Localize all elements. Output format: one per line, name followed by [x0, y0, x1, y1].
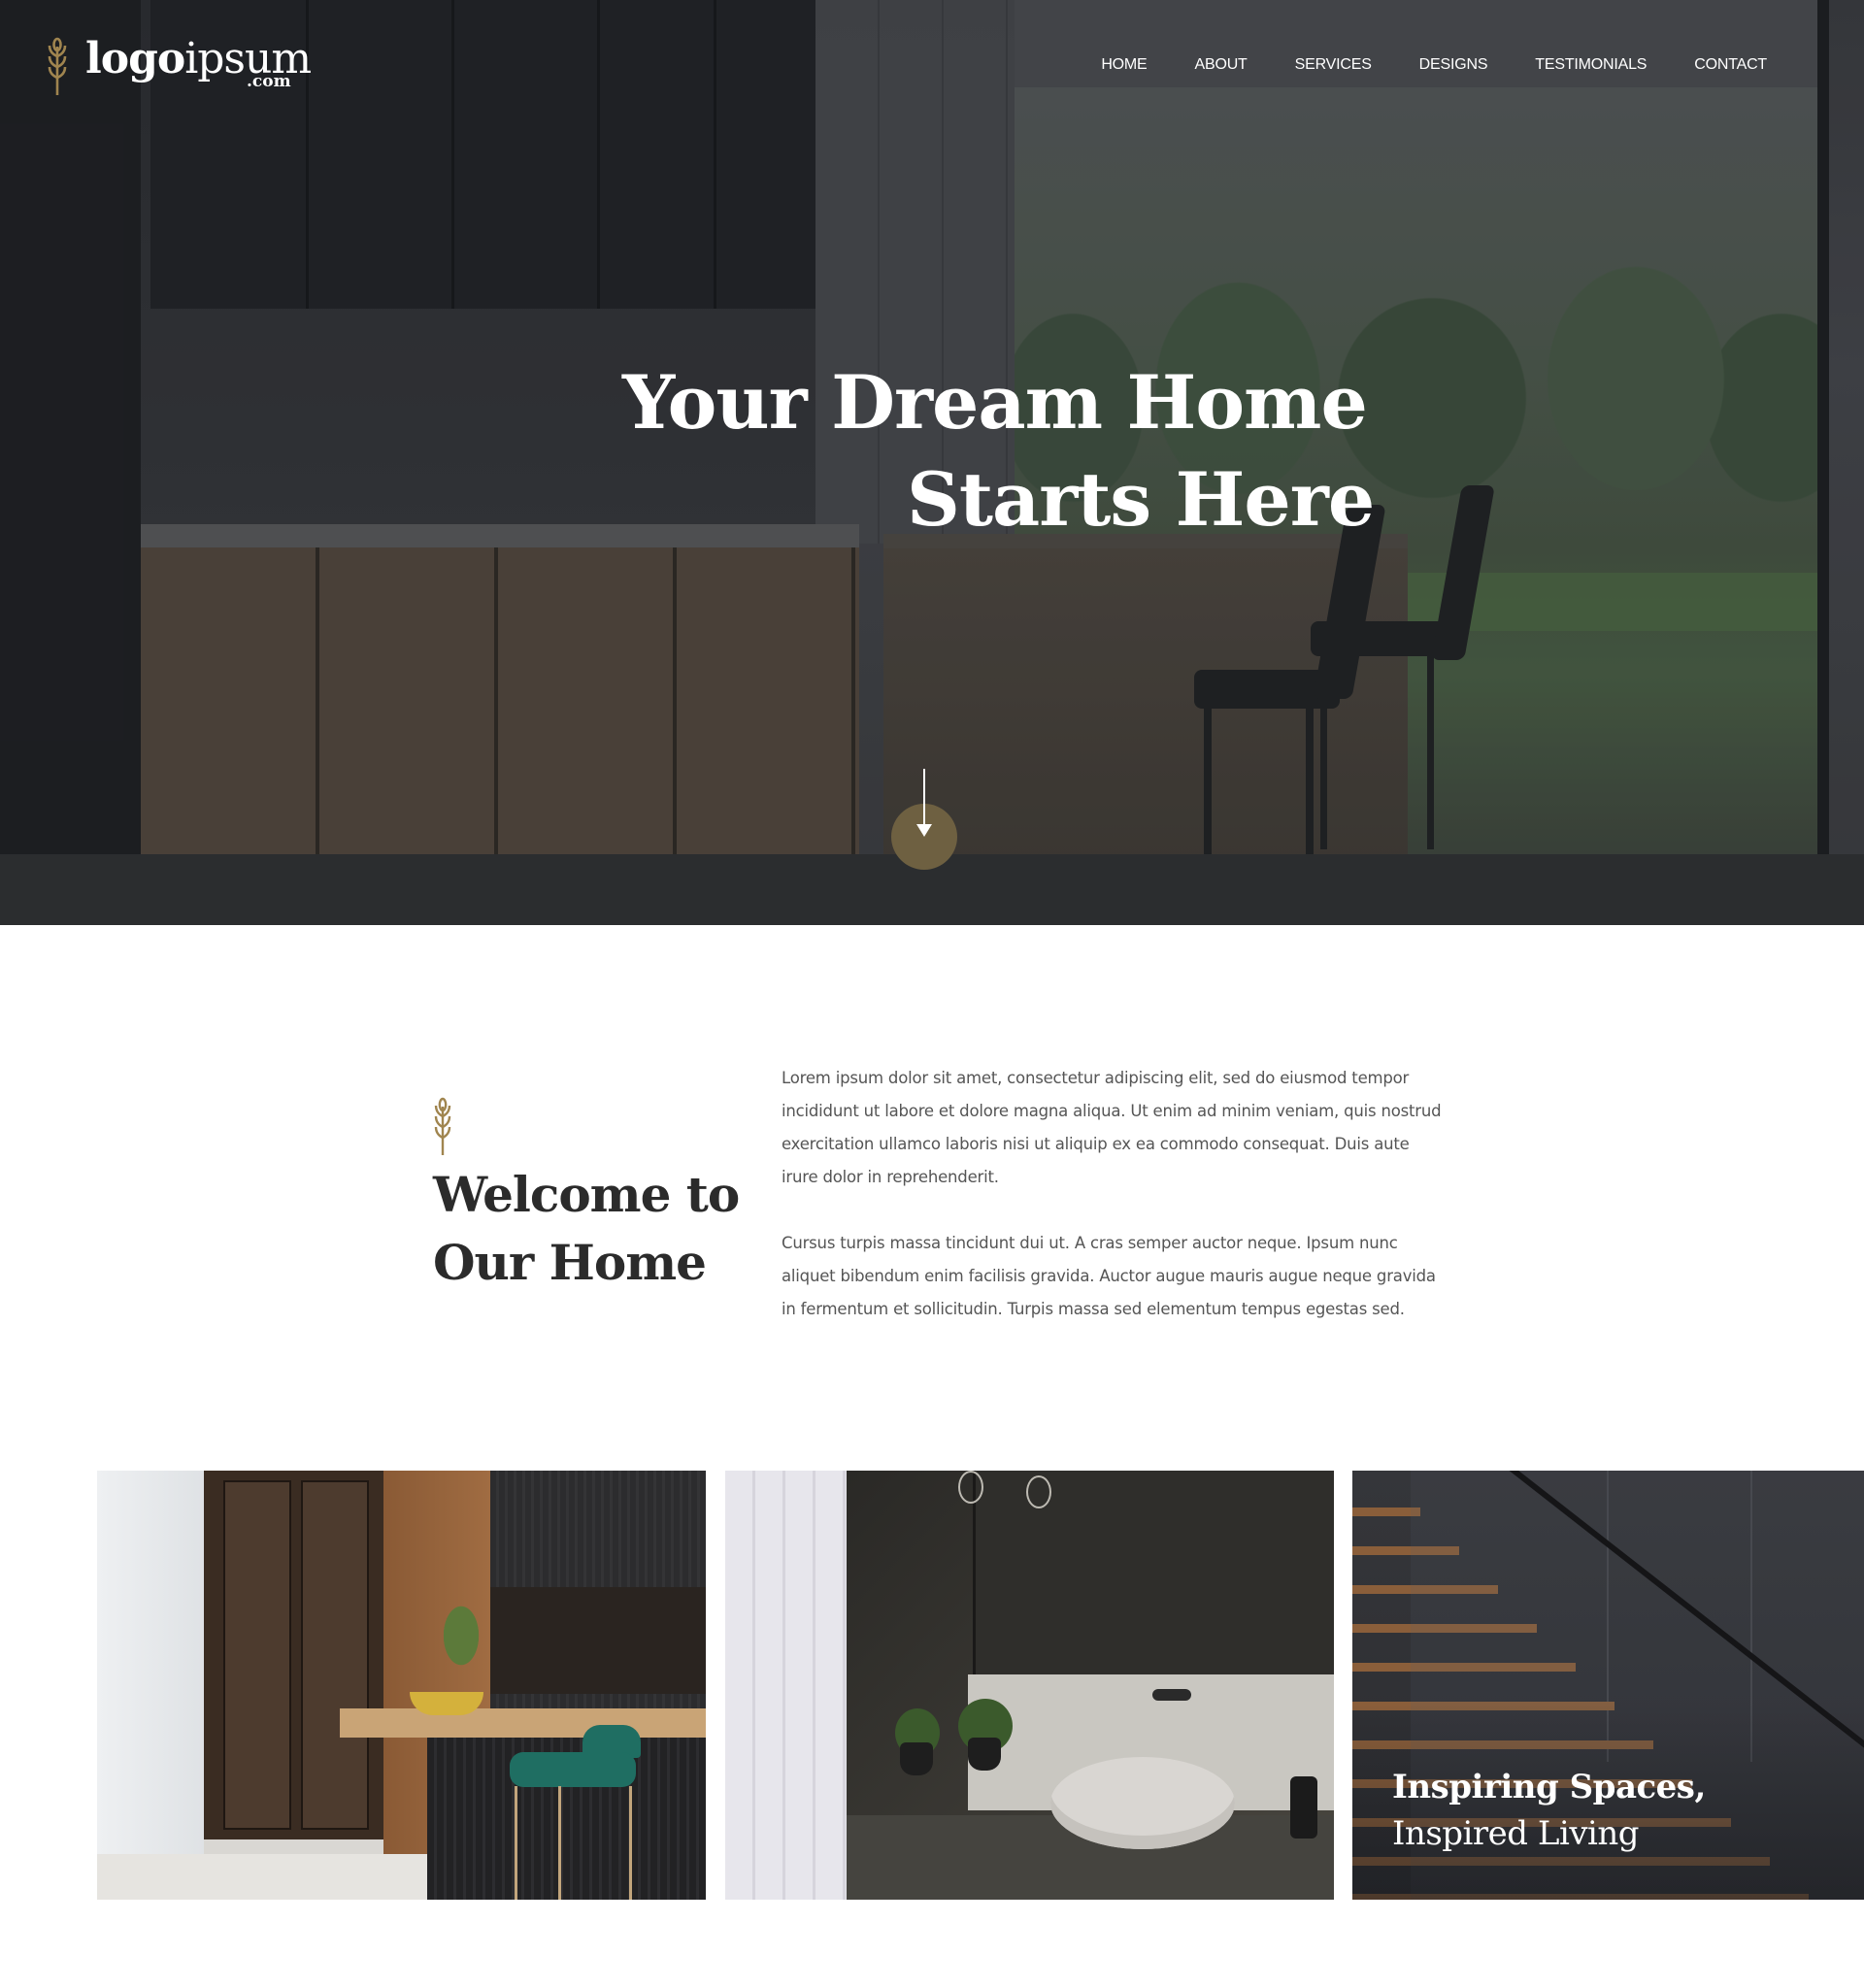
nav-services[interactable]: SERVICES	[1295, 56, 1372, 74]
main-nav: HOME ABOUT SERVICES DESIGNS TESTIMONIALS…	[1101, 56, 1767, 74]
welcome-paragraph-1: Lorem ipsum dolor sit amet, consectetur …	[782, 1069, 1442, 1186]
gallery-caption-bold: Inspiring Spaces,	[1392, 1768, 1706, 1806]
mirror	[973, 1471, 1334, 1674]
logo-suffix: .com	[247, 72, 291, 91]
welcome-paragraph-2: Cursus turpis massa tincidunt dui ut. A …	[782, 1234, 1436, 1318]
wheat-icon	[48, 37, 67, 95]
welcome-title-line2: Our Home	[433, 1234, 707, 1291]
hero-title-regular: Your	[622, 359, 832, 446]
gallery-card-bathroom[interactable]	[725, 1471, 1334, 1900]
gallery-card-kitchen[interactable]	[97, 1471, 706, 1900]
glass-cabinet	[204, 1471, 383, 1839]
welcome-description: Lorem ipsum dolor sit amet, consectetur …	[782, 1062, 1442, 1326]
fruit-bowl	[410, 1692, 483, 1715]
bar-stool	[510, 1752, 636, 1787]
hero-title-bold: Dream Home	[831, 359, 1368, 446]
gallery-caption-regular: Inspired Living	[1392, 1814, 1640, 1853]
welcome-title-line1: Welcome to	[433, 1166, 740, 1223]
vessel-sink	[1050, 1757, 1235, 1849]
faucet	[1152, 1689, 1191, 1701]
wheat-icon	[434, 1097, 451, 1155]
site-logo[interactable]: logoipsum .com	[47, 33, 312, 99]
hero-section: logoipsum .com HOME ABOUT SERVICES DESIG…	[0, 0, 1864, 925]
soap-bottle	[1290, 1776, 1317, 1839]
nav-designs[interactable]: DESIGNS	[1419, 56, 1488, 74]
scroll-indicator-line	[923, 769, 925, 827]
gallery-caption: Inspiring Spaces, Inspired Living	[1392, 1764, 1706, 1857]
welcome-title: Welcome to Our Home	[433, 1161, 740, 1297]
logo-word-bold: logo	[85, 34, 185, 83]
nav-testimonials[interactable]: TESTIMONIALS	[1535, 56, 1647, 74]
kitchen-counter	[340, 1708, 706, 1738]
nav-about[interactable]: ABOUT	[1195, 56, 1248, 74]
hero-title-line2: Starts Here	[907, 456, 1375, 543]
nav-home[interactable]: HOME	[1101, 56, 1147, 74]
gallery-card-staircase[interactable]: Inspiring Spaces, Inspired Living	[1352, 1471, 1864, 1900]
nav-contact[interactable]: CONTACT	[1694, 56, 1767, 74]
